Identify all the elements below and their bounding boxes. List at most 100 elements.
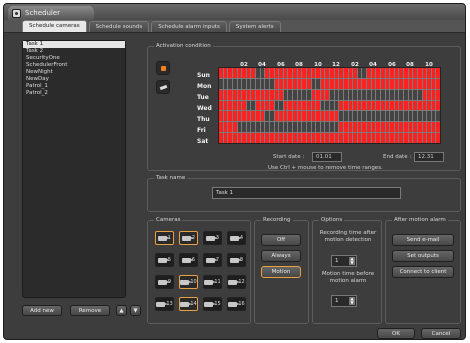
camera-button-15[interactable]: 15 bbox=[203, 297, 222, 311]
schedule-cell[interactable] bbox=[316, 89, 320, 100]
schedule-cell[interactable] bbox=[219, 100, 223, 111]
schedule-cell[interactable] bbox=[293, 122, 297, 133]
schedule-cell[interactable] bbox=[265, 111, 269, 122]
schedule-cell[interactable] bbox=[367, 111, 371, 122]
schedule-cell[interactable] bbox=[390, 100, 394, 111]
schedule-cell[interactable] bbox=[269, 89, 274, 100]
schedule-cell[interactable] bbox=[251, 68, 255, 78]
schedule-cell[interactable] bbox=[260, 68, 265, 78]
schedule-cell[interactable] bbox=[371, 68, 376, 78]
schedule-cell[interactable] bbox=[427, 68, 431, 78]
schedule-cell[interactable] bbox=[293, 89, 297, 100]
schedule-cell[interactable] bbox=[265, 68, 269, 78]
schedule-cell[interactable] bbox=[256, 68, 260, 78]
schedule-cell[interactable] bbox=[237, 111, 242, 122]
schedule-cell[interactable] bbox=[288, 89, 292, 100]
tab-schedule-cameras[interactable]: Schedule cameras bbox=[22, 20, 87, 32]
schedule-cell[interactable] bbox=[316, 100, 320, 111]
schedule-cell[interactable] bbox=[348, 122, 353, 133]
schedule-cell[interactable] bbox=[219, 111, 223, 122]
schedule-cell[interactable] bbox=[237, 133, 242, 143]
schedule-cell[interactable] bbox=[380, 111, 385, 122]
schedule-cell[interactable] bbox=[371, 100, 376, 111]
schedule-cell[interactable] bbox=[325, 100, 329, 111]
schedule-cell[interactable] bbox=[390, 89, 394, 100]
tab-schedule-alarm-inputs[interactable]: Schedule alarm inputs bbox=[151, 21, 227, 32]
schedule-cell[interactable] bbox=[246, 89, 251, 100]
schedule-cell[interactable] bbox=[246, 100, 251, 111]
schedule-cell[interactable] bbox=[362, 68, 366, 78]
schedule-cell[interactable] bbox=[436, 68, 440, 78]
schedule-cell[interactable] bbox=[408, 111, 413, 122]
schedule-cell[interactable] bbox=[371, 111, 376, 122]
schedule-cell[interactable] bbox=[279, 68, 283, 78]
schedule-cell[interactable] bbox=[348, 89, 353, 100]
schedule-cell[interactable] bbox=[376, 68, 380, 78]
schedule-cell[interactable] bbox=[413, 111, 417, 122]
schedule-cell[interactable] bbox=[293, 78, 297, 89]
cancel-button[interactable]: Cancel bbox=[421, 328, 461, 339]
schedule-cell[interactable] bbox=[325, 133, 329, 143]
task-name-field[interactable]: Task 1 bbox=[212, 187, 401, 199]
camera-button-8[interactable]: 8 bbox=[227, 253, 246, 267]
schedule-cell[interactable] bbox=[362, 122, 366, 133]
schedule-cell[interactable] bbox=[306, 78, 311, 89]
task-item[interactable]: SchedulerFront bbox=[23, 62, 125, 69]
schedule-cell[interactable] bbox=[380, 89, 385, 100]
schedule-cell[interactable] bbox=[311, 100, 316, 111]
schedule-cell[interactable] bbox=[422, 89, 427, 100]
schedule-cell[interactable] bbox=[390, 133, 394, 143]
schedule-cell[interactable] bbox=[376, 89, 380, 100]
camera-button-10[interactable]: 10 bbox=[179, 275, 198, 289]
schedule-cell[interactable] bbox=[343, 133, 348, 143]
schedule-cell[interactable] bbox=[357, 133, 362, 143]
schedule-cell[interactable] bbox=[399, 133, 403, 143]
schedule-cell[interactable] bbox=[380, 122, 385, 133]
schedule-cell[interactable] bbox=[427, 78, 431, 89]
schedule-cell[interactable] bbox=[246, 68, 251, 78]
schedule-cell[interactable] bbox=[223, 68, 228, 78]
schedule-cell[interactable] bbox=[417, 122, 422, 133]
schedule-cell[interactable] bbox=[316, 122, 320, 133]
schedule-cell[interactable] bbox=[219, 78, 223, 89]
schedule-cell[interactable] bbox=[385, 68, 390, 78]
task-item[interactable]: Task 1 bbox=[23, 41, 125, 48]
schedule-cell[interactable] bbox=[362, 78, 366, 89]
schedule-cell[interactable] bbox=[362, 89, 366, 100]
schedule-cell[interactable] bbox=[316, 78, 320, 89]
schedule-cell[interactable] bbox=[311, 78, 316, 89]
recording-always-button[interactable]: Always bbox=[261, 250, 301, 262]
schedule-cell[interactable] bbox=[274, 122, 279, 133]
schedule-cell[interactable] bbox=[223, 122, 228, 133]
schedule-cell[interactable] bbox=[306, 133, 311, 143]
schedule-cell[interactable] bbox=[256, 78, 260, 89]
schedule-cell[interactable] bbox=[242, 111, 246, 122]
schedule-cell[interactable] bbox=[343, 111, 348, 122]
schedule-cell[interactable] bbox=[325, 68, 329, 78]
schedule-cell[interactable] bbox=[297, 68, 302, 78]
schedule-cell[interactable] bbox=[417, 100, 422, 111]
schedule-cell[interactable] bbox=[399, 78, 403, 89]
schedule-cell[interactable] bbox=[228, 133, 232, 143]
schedule-cell[interactable] bbox=[242, 78, 246, 89]
schedule-cell[interactable] bbox=[274, 111, 279, 122]
schedule-cell[interactable] bbox=[357, 122, 362, 133]
schedule-cell[interactable] bbox=[223, 89, 228, 100]
task-item[interactable]: Task 2 bbox=[23, 48, 125, 55]
camera-button-1[interactable]: 1 bbox=[155, 231, 174, 245]
schedule-cell[interactable] bbox=[422, 78, 427, 89]
schedule-cell[interactable] bbox=[380, 78, 385, 89]
task-item[interactable]: Patrol_2 bbox=[23, 90, 125, 97]
schedule-cell[interactable] bbox=[283, 68, 288, 78]
schedule-cell[interactable] bbox=[228, 122, 232, 133]
schedule-cell[interactable] bbox=[320, 78, 325, 89]
move-up-button[interactable]: ▲ bbox=[116, 305, 127, 316]
schedule-cell[interactable] bbox=[279, 78, 283, 89]
schedule-cell[interactable] bbox=[408, 89, 413, 100]
schedule-cell[interactable] bbox=[223, 78, 228, 89]
schedule-cell[interactable] bbox=[311, 89, 316, 100]
schedule-cell[interactable] bbox=[274, 100, 279, 111]
schedule-cell[interactable] bbox=[237, 122, 242, 133]
schedule-cell[interactable] bbox=[376, 122, 380, 133]
schedule-cell[interactable] bbox=[339, 111, 343, 122]
